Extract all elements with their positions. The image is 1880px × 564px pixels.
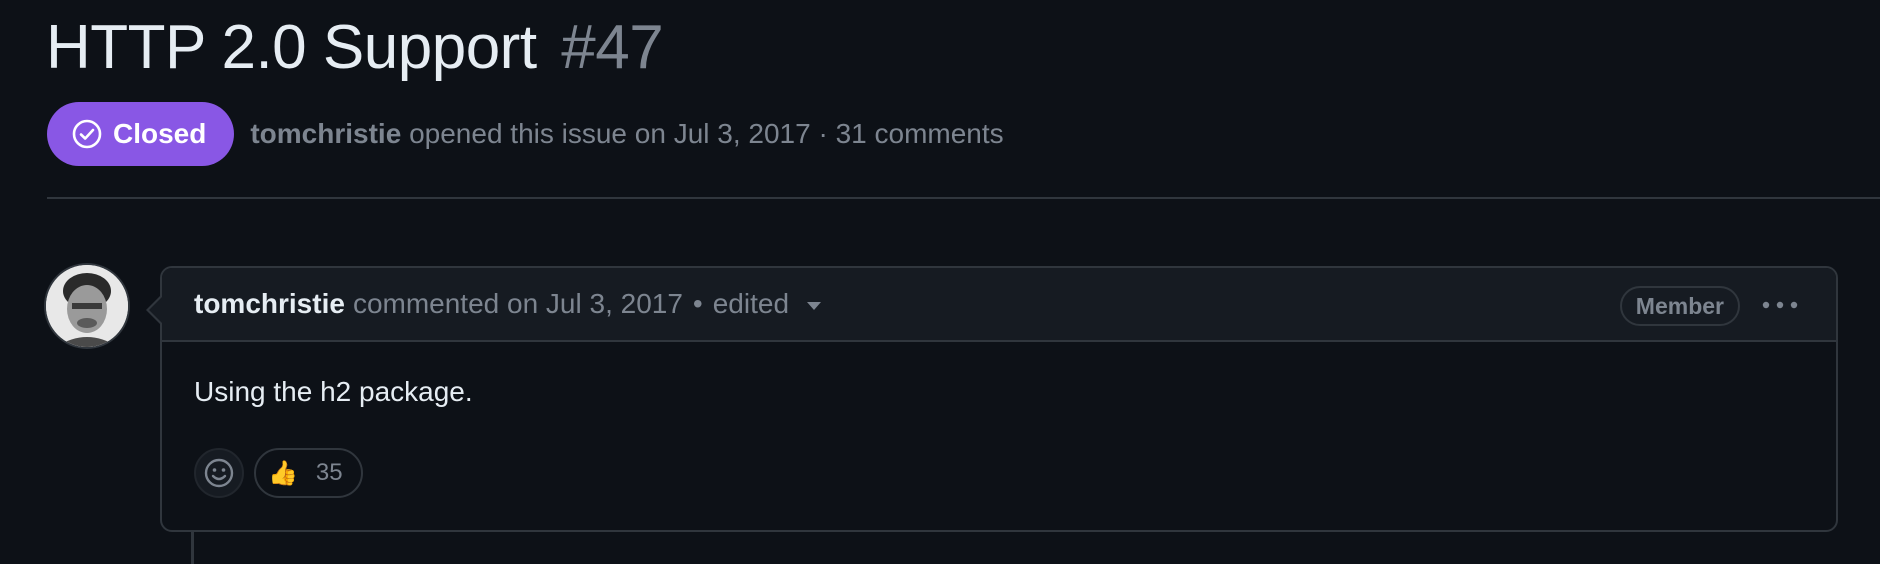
reactions-bar: 👍 35	[194, 448, 363, 498]
edited-dropdown[interactable]: edited	[712, 288, 822, 320]
timeline-line	[191, 532, 194, 564]
comments-count: 31 comments	[835, 118, 1004, 149]
comment-pointer-fill	[149, 296, 163, 324]
issue-title: HTTP 2.0 Support	[46, 13, 537, 82]
reaction-count: 35	[315, 459, 343, 486]
comment-header: tomchristie commented on Jul 3, 2017 • e…	[162, 268, 1836, 342]
comment-box: tomchristie commented on Jul 3, 2017 • e…	[160, 266, 1838, 532]
chevron-down-icon	[807, 302, 822, 310]
issue-title-row: HTTP 2.0 Support #47	[46, 10, 664, 86]
issue-author-link[interactable]: tomchristie	[250, 118, 401, 149]
issue-meta: tomchristie opened this issue on Jul 3, …	[250, 118, 1003, 150]
thumbs-up-icon: 👍	[268, 459, 298, 487]
reaction-thumbs-up-button[interactable]: 👍 35	[254, 448, 363, 498]
edited-label: edited	[712, 288, 790, 319]
more-options-button[interactable]	[1760, 290, 1800, 320]
comment-timestamp[interactable]: commented on Jul 3, 2017	[353, 288, 683, 320]
comment-author-link[interactable]: tomchristie	[194, 288, 345, 320]
add-reaction-button[interactable]	[194, 448, 244, 498]
check-circle-icon	[71, 118, 103, 150]
issue-status-row: Closed tomchristie opened this issue on …	[47, 102, 1004, 166]
issue-opened-text: opened this issue on Jul 3, 2017	[409, 118, 811, 149]
comment-separator: •	[692, 288, 703, 319]
state-badge: Closed	[47, 102, 235, 166]
comment-body: Using the h2 package.	[194, 376, 473, 407]
kebab-horizontal-icon	[1762, 301, 1798, 309]
comment-header-info: tomchristie commented on Jul 3, 2017 • e…	[194, 268, 822, 340]
smiley-icon	[204, 458, 234, 488]
issue-page: HTTP 2.0 Support #47 Closed tomchristie …	[0, 0, 1880, 564]
issue-number: #47	[561, 13, 664, 82]
member-badge: Member	[1619, 286, 1740, 326]
header-divider	[47, 197, 1880, 199]
avatar[interactable]	[46, 265, 128, 347]
meta-separator: ·	[818, 118, 828, 149]
state-label: Closed	[113, 118, 207, 149]
